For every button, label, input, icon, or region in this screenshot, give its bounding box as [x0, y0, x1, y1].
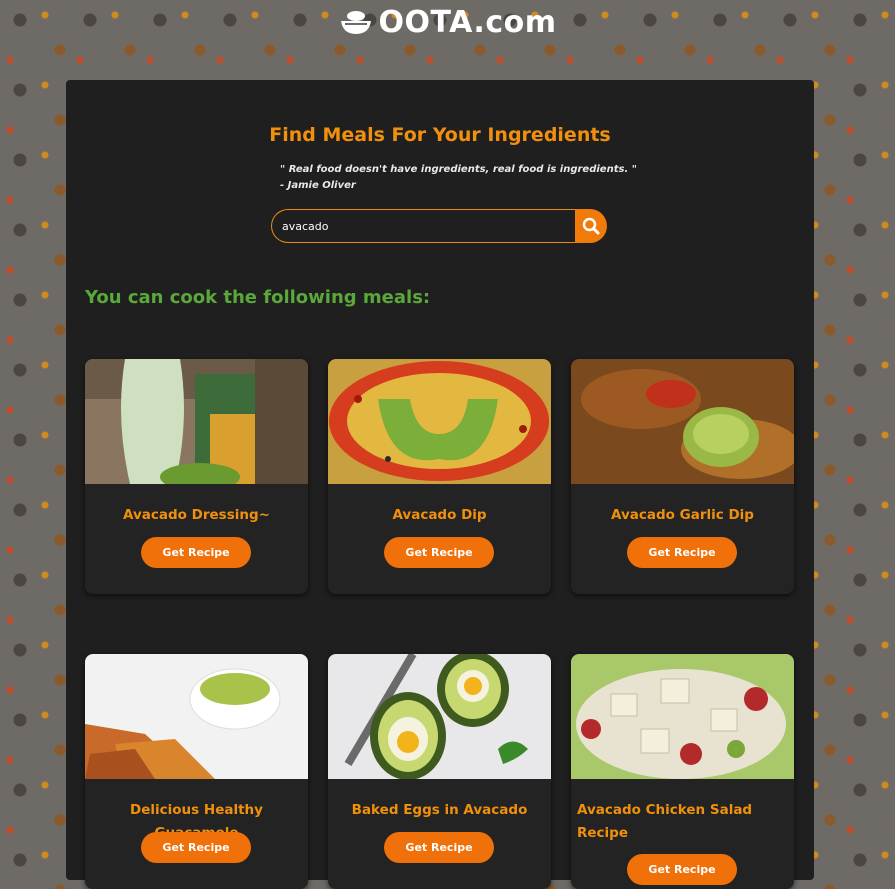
meal-title: Avacado Garlic Dip	[611, 507, 754, 523]
get-recipe-button[interactable]: Get Recipe	[627, 537, 737, 568]
meal-card: Delicious Healthy Guacamole Get Recipe	[85, 654, 308, 889]
quote-author: - Jamie Oliver	[280, 180, 356, 191]
search-button[interactable]	[575, 209, 607, 243]
food-bowl-icon	[340, 10, 371, 34]
get-recipe-button[interactable]: Get Recipe	[141, 832, 251, 863]
meal-card: Avacado Dip Get Recipe	[328, 359, 551, 594]
meal-card: Baked Eggs in Avacado Get Recipe	[328, 654, 551, 889]
search-icon	[582, 217, 600, 235]
get-recipe-button[interactable]: Get Recipe	[384, 537, 494, 568]
main-panel: Find Meals For Your Ingredients " Real f…	[66, 80, 814, 889]
meal-title: Baked Eggs in Avacado	[351, 802, 528, 818]
meal-title: Avacado Chicken Salad Recipe	[577, 802, 753, 841]
meal-card: Avacado Dressing~ Get Recipe	[85, 359, 308, 594]
get-recipe-button[interactable]: Get Recipe	[141, 537, 251, 568]
site-logo-text[interactable]: OOTA.com	[379, 5, 557, 40]
meal-title: Avacado Dip	[392, 507, 487, 523]
meal-title: Avacado Dressing~	[123, 507, 270, 523]
search-input[interactable]	[271, 209, 575, 243]
meal-card: Avacado Garlic Dip Get Recipe	[571, 359, 794, 594]
meal-image[interactable]	[571, 359, 794, 484]
meal-image[interactable]	[85, 359, 308, 484]
results-heading: You can cook the following meals:	[85, 287, 431, 308]
search-bar	[271, 209, 607, 243]
page-title: Find Meals For Your Ingredients	[269, 124, 611, 146]
meal-image[interactable]	[328, 654, 551, 779]
meal-image[interactable]	[571, 654, 794, 779]
quote: " Real food doesn't have ingredients, re…	[280, 162, 637, 194]
quote-text: " Real food doesn't have ingredients, re…	[280, 164, 637, 175]
meal-image[interactable]	[328, 359, 551, 484]
get-recipe-button[interactable]: Get Recipe	[384, 832, 494, 863]
meal-image[interactable]	[85, 654, 308, 779]
site-header: OOTA.com	[0, 0, 895, 45]
meal-card: Avacado Chicken Salad Recipe Get Recipe	[571, 654, 794, 889]
